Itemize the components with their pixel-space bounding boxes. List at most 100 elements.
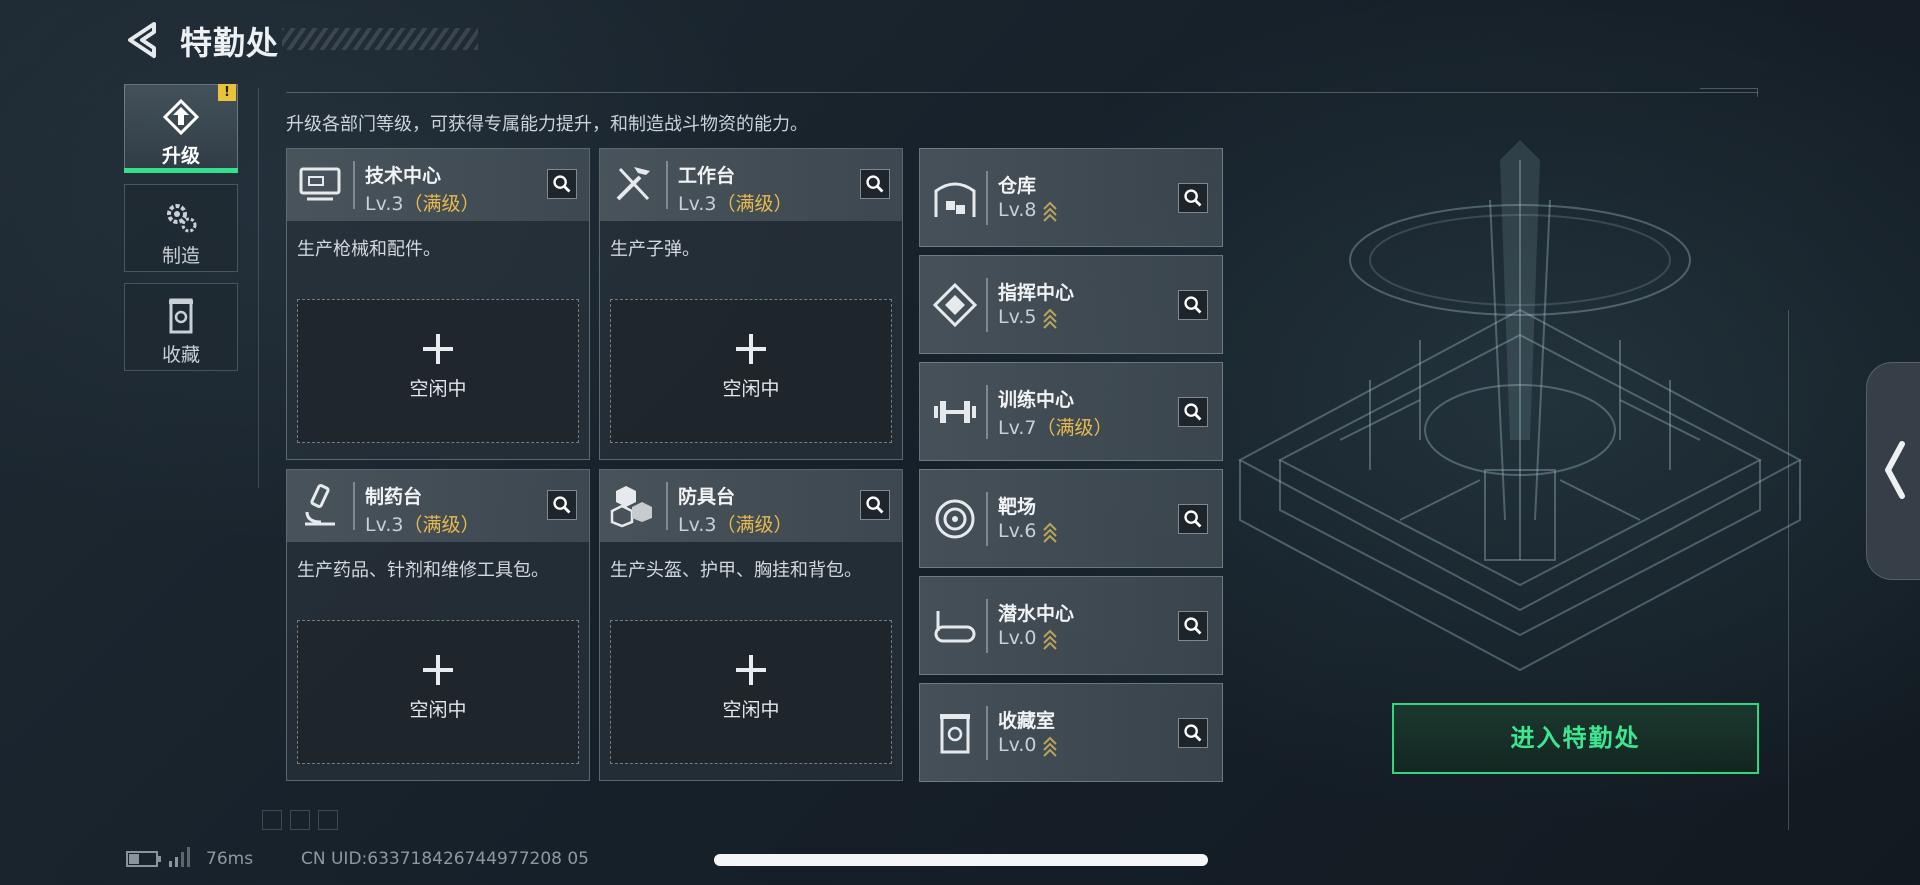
target-icon: [935, 499, 975, 539]
facility-name: 制药台: [365, 486, 423, 508]
card-header: 技术中心 Lv.3（满级）: [287, 149, 589, 221]
search-button[interactable]: [860, 169, 890, 199]
maxed-label: （满级）: [716, 514, 793, 536]
slot-status: 空闲中: [409, 378, 467, 400]
magnifier-icon: [866, 175, 884, 193]
facility-name: 收藏室: [998, 710, 1056, 732]
maxed-label: （满级）: [716, 193, 793, 215]
upgrade-chevron-icon: [1043, 308, 1058, 329]
battery-tip: [158, 856, 161, 862]
monitor-icon: [299, 167, 341, 201]
search-button[interactable]: [1178, 183, 1208, 213]
card-separator: [986, 278, 988, 332]
search-button[interactable]: [1178, 397, 1208, 427]
facility-card-collection-room[interactable]: 收藏室 Lv.0: [919, 683, 1223, 782]
production-slot[interactable]: 空闲中: [610, 620, 892, 764]
top-divider: [286, 92, 1758, 93]
chevron-left-icon[interactable]: [1880, 440, 1908, 500]
magnifier-icon: [553, 496, 571, 514]
enter-special-ops-button[interactable]: 进入特勤处: [1392, 703, 1759, 774]
page-title: 特勤处: [180, 24, 280, 62]
magnifier-icon: [1184, 403, 1202, 421]
nav-active-indicator: [124, 168, 238, 173]
top-divider-end: [1700, 88, 1758, 97]
collection-icon: [169, 298, 193, 334]
card-separator: [986, 385, 988, 439]
command-icon: [932, 282, 978, 328]
magnifier-icon: [1184, 189, 1202, 207]
armor-icon: [610, 486, 652, 528]
upgrade-chevron-icon: [1043, 522, 1058, 543]
battery-level: [129, 854, 139, 864]
nav-label-craft: 制造: [161, 245, 200, 267]
search-button[interactable]: [547, 169, 577, 199]
facility-card-diving-center[interactable]: 潜水中心 Lv.0: [919, 576, 1223, 675]
facility-name: 指挥中心: [998, 282, 1075, 304]
card-separator: [353, 482, 355, 530]
facility-card-shooting-range[interactable]: 靶场 Lv.6: [919, 469, 1223, 568]
magnifier-icon: [553, 175, 571, 193]
nav-label-upgrade: 升级: [161, 145, 200, 167]
maxed-label: （满级）: [1036, 417, 1113, 439]
facility-level: Lv.5: [998, 306, 1058, 329]
facility-name: 仓库: [998, 175, 1037, 197]
search-button[interactable]: [860, 490, 890, 520]
nav-tab-collection[interactable]: 收藏: [124, 283, 238, 371]
search-button[interactable]: [1178, 290, 1208, 320]
card-separator: [353, 161, 355, 209]
card-header: 工作台 Lv.3（满级）: [600, 149, 902, 221]
production-slot[interactable]: 空闲中: [610, 299, 892, 443]
nav-tab-craft[interactable]: 制造: [124, 184, 238, 272]
card-separator: [986, 492, 988, 546]
dumbbell-icon: [934, 401, 976, 423]
facility-card-training-center[interactable]: 训练中心 Lv.7（满级）: [919, 362, 1223, 461]
facility-name: 防具台: [678, 486, 736, 508]
warehouse-icon: [934, 182, 976, 217]
production-slot[interactable]: 空闲中: [297, 620, 579, 764]
scene-divider: [1788, 310, 1789, 830]
facility-card-warehouse[interactable]: 仓库 Lv.8: [919, 148, 1223, 247]
upgrade-chevron-icon: [1043, 201, 1058, 222]
facility-card-tech-center: 技术中心 Lv.3（满级） 生产枪械和配件。 空闲中: [286, 148, 590, 460]
facility-description: 生产头盔、护甲、胸挂和背包。: [610, 560, 862, 581]
facility-name: 训练中心: [998, 389, 1075, 411]
plus-icon: [736, 655, 766, 685]
card-separator: [666, 482, 668, 530]
title-decoration: [282, 28, 478, 50]
page-description: 升级各部门等级，可获得专属能力提升，和制造战斗物资的能力。: [286, 114, 808, 135]
home-indicator[interactable]: [714, 854, 1208, 866]
production-slot[interactable]: 空闲中: [297, 299, 579, 443]
facility-name: 技术中心: [365, 165, 442, 187]
plus-icon: [423, 655, 453, 685]
upgrade-chevron-icon: [1043, 629, 1058, 650]
facility-description: 生产子弹。: [610, 239, 700, 260]
facility-level: Lv.0: [998, 734, 1058, 757]
search-button[interactable]: [547, 490, 577, 520]
slot-status: 空闲中: [722, 699, 780, 721]
user-uid: CN UID:633718426744977208 05: [301, 849, 589, 869]
search-button[interactable]: [1178, 611, 1208, 641]
plus-icon: [736, 334, 766, 364]
search-button[interactable]: [1178, 718, 1208, 748]
facility-card-pharmacy: 制药台 Lv.3（满级） 生产药品、针剂和维修工具包。 空闲中: [286, 469, 590, 781]
facility-level: Lv.3（满级）: [678, 193, 793, 215]
card-separator: [986, 599, 988, 653]
facility-name: 潜水中心: [998, 603, 1075, 625]
upgrade-chevron-icon: [1043, 736, 1058, 757]
facility-card-command-center[interactable]: 指挥中心 Lv.5: [919, 255, 1223, 354]
facility-description: 生产枪械和配件。: [297, 239, 441, 260]
ping-readout: 76ms: [206, 849, 254, 869]
back-arrow-icon[interactable]: [124, 20, 160, 60]
card-header: 防具台 Lv.3（满级）: [600, 470, 902, 542]
base-wireframe-illustration: [1237, 140, 1803, 672]
decorative-squares: [262, 810, 346, 834]
facility-name: 工作台: [678, 165, 736, 187]
nav-label-collection: 收藏: [161, 344, 200, 366]
magnifier-icon: [1184, 296, 1202, 314]
search-button[interactable]: [1178, 504, 1208, 534]
facility-card-workbench: 工作台 Lv.3（满级） 生产子弹。 空闲中: [599, 148, 903, 460]
plus-icon: [423, 334, 453, 364]
facility-level: Lv.3（满级）: [365, 193, 480, 215]
alert-badge: !: [218, 84, 236, 101]
facility-level: Lv.6: [998, 520, 1058, 543]
